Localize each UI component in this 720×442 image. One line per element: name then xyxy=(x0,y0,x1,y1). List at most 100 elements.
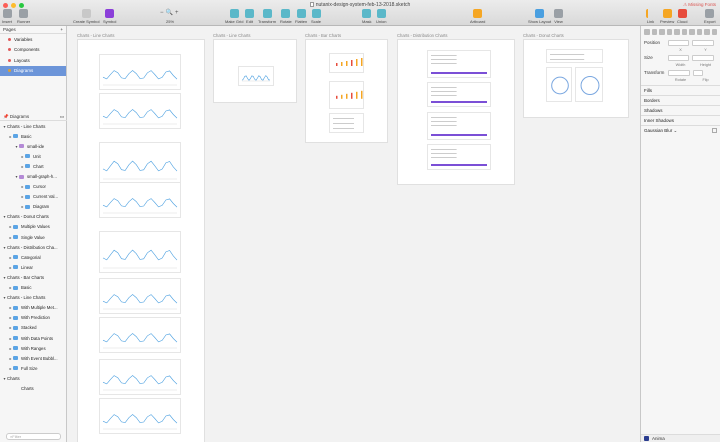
symbol-button[interactable]: Symbol xyxy=(103,9,116,24)
layer-item[interactable]: ▸ Full Size xyxy=(0,363,67,373)
preview-button[interactable]: Preview xyxy=(660,9,674,24)
zoom-out-icon[interactable]: − xyxy=(160,10,164,16)
preview-icon xyxy=(662,9,672,18)
page-item-diagrams[interactable]: Diagrams xyxy=(0,65,66,76)
insert-button[interactable]: Insert xyxy=(2,9,12,24)
gaussian-blur-section[interactable]: Gaussian Blur ⌄ xyxy=(641,125,720,135)
layer-item[interactable]: ▸ With Prediction xyxy=(0,313,67,323)
borders-section[interactable]: Borders xyxy=(641,95,720,105)
layer-item[interactable]: ▸ Linear xyxy=(0,262,67,272)
layer-item[interactable]: ▾ small-ide xyxy=(0,141,67,151)
view-button[interactable]: View xyxy=(554,9,563,24)
layer-item[interactable]: ▸ Basic xyxy=(0,283,67,293)
rotate-field[interactable] xyxy=(668,69,690,76)
align-left-icon[interactable] xyxy=(644,29,650,35)
export-button[interactable]: Export xyxy=(704,9,716,24)
y-field[interactable] xyxy=(692,39,714,46)
symbol-icon xyxy=(19,144,24,149)
more-options-icon[interactable] xyxy=(711,29,717,35)
layer-item[interactable]: ▾ small-graph-h... xyxy=(0,171,67,181)
align-middle-icon[interactable] xyxy=(674,29,680,35)
artboard-label-line-charts[interactable]: Charts - Line Charts xyxy=(77,33,114,38)
zoom-control[interactable]: − 🔍 + xyxy=(160,9,179,17)
link-icon xyxy=(646,9,655,18)
height-field[interactable] xyxy=(692,54,714,61)
inner-shadows-section[interactable]: Inner Shadows xyxy=(641,115,720,125)
canvas[interactable]: Charts - Line Charts Charts - Line Chart… xyxy=(67,26,640,442)
page-item-layouts[interactable]: Layouts xyxy=(0,55,66,66)
document-icon xyxy=(309,2,314,8)
distribute-more-icon[interactable] xyxy=(704,29,710,35)
distribute-horizontal-icon[interactable] xyxy=(689,29,695,35)
gaussian-blur-dropdown[interactable]: Gaussian Blur ⌄ xyxy=(644,128,677,134)
missing-fonts-button[interactable]: ⚠ Missing Fonts xyxy=(683,2,716,8)
collapse-layers-icon[interactable]: ▭ xyxy=(60,114,64,120)
artboard-label-distribution[interactable]: Charts - Distribution Charts xyxy=(397,33,448,38)
x-field[interactable] xyxy=(667,39,690,46)
flip-controls[interactable] xyxy=(693,69,703,76)
align-center-icon[interactable] xyxy=(651,29,657,35)
layer-item[interactable]: ▸ With Multiple Met... xyxy=(0,303,67,313)
page-item-components[interactable]: Components xyxy=(0,45,66,56)
cloud-button[interactable]: Cloud xyxy=(677,9,687,24)
layer-item[interactable]: ▸ Cursor xyxy=(0,182,67,192)
align-right-icon[interactable] xyxy=(659,29,665,35)
layer-item[interactable]: ▸ Current Val... xyxy=(0,192,67,202)
anima-bar[interactable]: Anima xyxy=(641,434,720,442)
edit-label: Edit xyxy=(246,19,253,24)
layer-item[interactable]: ▾ Charts - Line Charts xyxy=(0,293,67,303)
layer-item[interactable]: ▸ With Event Bubbl... xyxy=(0,353,67,363)
layer-label: Charts xyxy=(21,385,34,391)
layer-item[interactable]: ▸ Diagram xyxy=(0,202,67,212)
layer-item[interactable]: ▾ Charts - Distribution Cha... xyxy=(0,242,67,252)
insert-label: Insert xyxy=(2,19,13,24)
layer-item[interactable]: Charts xyxy=(0,383,67,393)
layer-item[interactable]: ▾ Charts xyxy=(0,373,67,383)
fills-section[interactable]: Fills xyxy=(641,85,720,95)
runner-button[interactable]: Runner xyxy=(17,9,30,24)
make-grid-button[interactable]: Make Grid xyxy=(225,9,243,24)
layer-item[interactable]: ▾ Charts - Donut Charts xyxy=(0,212,67,222)
chart-thumbnail xyxy=(329,53,364,73)
flatten-button[interactable]: Flatten xyxy=(295,9,307,24)
align-top-icon[interactable] xyxy=(666,29,672,35)
page-item-variables[interactable]: Variables xyxy=(0,34,66,45)
folder-icon xyxy=(25,164,30,169)
layer-item[interactable]: ▸ With Data Points xyxy=(0,333,67,343)
pages-list: Variables Components Layouts Diagrams xyxy=(0,34,66,76)
link-button[interactable]: Link xyxy=(646,9,655,24)
union-button[interactable]: Union xyxy=(376,9,386,24)
layer-item[interactable]: ▸ With Ranges xyxy=(0,343,67,353)
distribute-vertical-icon[interactable] xyxy=(696,29,702,35)
artboard-button[interactable]: Artboard xyxy=(470,9,485,24)
layer-item[interactable]: ▸ Single Value xyxy=(0,232,67,242)
scale-button[interactable]: Scale xyxy=(311,9,321,24)
width-field[interactable] xyxy=(667,54,690,61)
layer-item[interactable]: ▸ Categorial xyxy=(0,252,67,262)
chart-thumbnail xyxy=(546,67,572,102)
edit-button[interactable]: Edit xyxy=(245,9,254,24)
layer-item[interactable]: ▸ Unit xyxy=(0,151,67,161)
artboard-label-bar-charts[interactable]: Charts - Bar Charts xyxy=(305,33,341,38)
runner-label: Runner xyxy=(17,19,31,24)
show-layout-button[interactable]: Show Layout xyxy=(528,9,551,24)
align-bottom-icon[interactable] xyxy=(681,29,687,35)
flip-label: Flip xyxy=(702,78,709,82)
create-symbol-button[interactable]: Create Symbol xyxy=(73,9,99,24)
artboard-label-line-charts-2[interactable]: Charts - Line Charts xyxy=(213,33,250,38)
artboard-label-donut[interactable]: Charts - Donut Charts xyxy=(523,33,564,38)
add-page-icon[interactable]: + xyxy=(60,27,63,32)
layer-item[interactable]: ▾ Charts - Line Charts xyxy=(0,121,67,131)
layer-item[interactable]: ▸ Multiple Values xyxy=(0,222,67,232)
layer-item[interactable]: ▸ Chart xyxy=(0,161,67,171)
zoom-in-icon[interactable]: + xyxy=(175,10,179,16)
transform-button[interactable]: Transform xyxy=(258,9,276,24)
mask-button[interactable]: Mask xyxy=(362,9,372,24)
layer-filter-input[interactable]: ⌕ Filter xyxy=(6,433,61,440)
blur-checkbox[interactable] xyxy=(712,128,717,133)
layer-item[interactable]: ▸ Basic xyxy=(0,131,67,141)
layer-item[interactable]: ▾ Charts - Bar Charts xyxy=(0,272,67,282)
rotate-button[interactable]: Rotate xyxy=(280,9,292,24)
layer-item[interactable]: ▸ Stacked xyxy=(0,323,67,333)
shadows-section[interactable]: Shadows xyxy=(641,105,720,115)
